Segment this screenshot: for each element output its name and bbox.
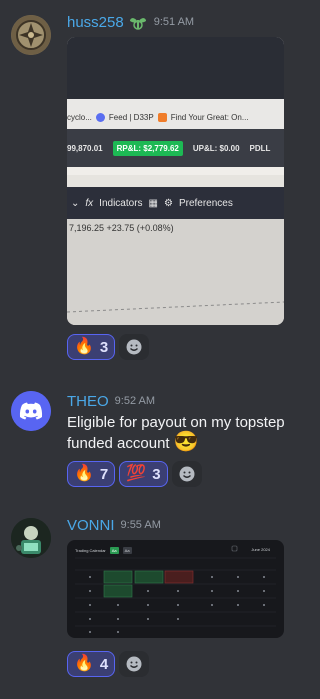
find-tab-icon xyxy=(157,112,167,122)
smiley-icon xyxy=(126,339,142,355)
balance-value: 99,870.01 xyxy=(67,143,103,153)
username[interactable]: huss258 xyxy=(67,14,124,31)
daily-loss-limit: PDLL xyxy=(249,143,271,153)
tab-label: Find Your Great: On... xyxy=(170,112,249,122)
avatar[interactable] xyxy=(11,391,51,431)
fire-icon: 🔥 xyxy=(74,338,94,355)
gear-icon: ⚙ xyxy=(163,197,173,209)
reaction-fire[interactable]: 🔥 3 xyxy=(67,334,116,360)
message-vonni: VONNI 9:55 AM Trading Calendar Aa Aa Jun… xyxy=(0,515,318,685)
indicators-label: Indicators xyxy=(99,197,143,209)
reactions: 🔥 7 💯 3 xyxy=(67,461,202,487)
tab-label: cyclo... xyxy=(67,112,92,122)
reactions: 🔥 4 xyxy=(67,651,150,677)
message-header: VONNI 9:55 AM xyxy=(67,515,161,535)
browser-tabs: cyclo... Feed | D33P Find Your Great: On… xyxy=(67,109,284,125)
feed-tab-icon xyxy=(95,112,105,122)
chart-toolbar: ⌄ fx Indicators ▦ ⚙ Preferences xyxy=(71,193,284,213)
reaction-fire[interactable]: 🔥 7 xyxy=(67,461,116,487)
reaction-count: 4 xyxy=(99,655,109,673)
reaction-count: 3 xyxy=(152,465,161,483)
sunglasses-emoji: 😎 xyxy=(173,431,199,453)
timestamp: 9:55 AM xyxy=(120,519,161,531)
username[interactable]: VONNI xyxy=(67,517,115,534)
realized-pnl: RP&L: $2,779.62 xyxy=(112,140,183,156)
message-huss258: huss258 9:51 AM cyclo... Feed | D33P Fin… xyxy=(0,12,318,372)
reaction-count: 3 xyxy=(99,338,109,356)
tab-label: Feed | D33P xyxy=(108,112,154,122)
function-icon: fx xyxy=(85,197,94,209)
reaction-hundred[interactable]: 💯 3 xyxy=(119,461,168,487)
account-stats: 99,870.01 RP&L: $2,779.62 UP&L: $0.00 PD… xyxy=(67,139,284,157)
add-reaction-button[interactable] xyxy=(119,334,150,360)
add-reaction-button[interactable] xyxy=(119,651,150,677)
message-theo: THEO 9:52 AM Eligible for payout on my t… xyxy=(0,391,318,501)
avatar-image xyxy=(11,15,51,55)
reaction-count: 7 xyxy=(99,465,109,483)
add-reaction-button[interactable] xyxy=(171,461,202,487)
photo-background xyxy=(67,37,284,325)
chevron-icon: ⌄ xyxy=(71,197,80,209)
smiley-icon xyxy=(126,656,142,672)
avatar[interactable] xyxy=(11,15,51,55)
message-header: THEO 9:52 AM xyxy=(67,391,155,411)
fire-icon: 🔥 xyxy=(74,465,94,482)
reactions: 🔥 3 xyxy=(67,334,150,360)
username[interactable]: THEO xyxy=(67,393,109,410)
message-header: huss258 9:51 AM xyxy=(67,12,194,32)
sprout-badge-icon xyxy=(128,14,148,30)
timestamp: 9:51 AM xyxy=(153,16,195,28)
reaction-fire[interactable]: 🔥 4 xyxy=(67,651,116,677)
image-attachment[interactable]: Trading Calendar Aa Aa June 2024 xyxy=(67,540,284,638)
calendar-grid xyxy=(75,545,276,633)
fire-icon: 🔥 xyxy=(74,655,94,672)
unrealized-pnl: UP&L: $0.00 xyxy=(192,143,240,153)
hundred-points-icon: 💯 xyxy=(126,465,147,482)
preferences-label: Preferences xyxy=(178,197,233,209)
avatar[interactable] xyxy=(11,518,51,558)
price-change: 7,196.25 +23.75 (+0.08%) xyxy=(69,223,174,233)
message-text: Eligible for payout on my topstep funded… xyxy=(67,412,302,454)
discord-logo-icon xyxy=(11,391,51,431)
smiley-icon xyxy=(179,466,195,482)
image-attachment[interactable]: cyclo... Feed | D33P Find Your Great: On… xyxy=(67,37,284,325)
layout-icon: ▦ xyxy=(148,197,158,209)
avatar-image xyxy=(11,518,51,558)
timestamp: 9:52 AM xyxy=(114,395,156,407)
